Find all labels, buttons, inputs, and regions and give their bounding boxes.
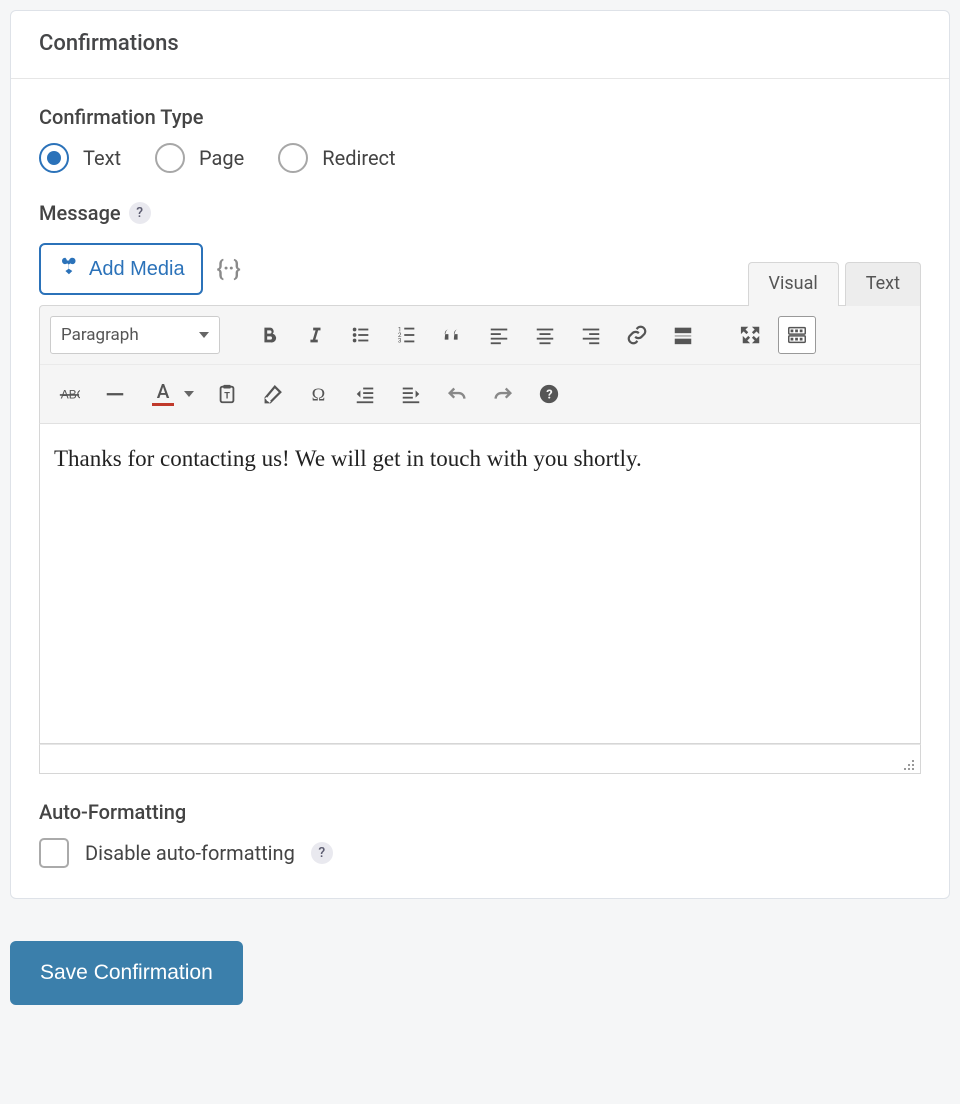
confirmation-type-radios: Text Page Redirect [39,143,921,173]
fullscreen-icon[interactable] [732,316,770,354]
help-icon[interactable]: ? [129,202,151,224]
disable-autofmt-checkbox[interactable] [39,838,69,868]
numbered-list-icon[interactable]: 123 [388,316,426,354]
message-label-row: Message ? [39,201,921,225]
add-media-label: Add Media [89,258,185,281]
svg-text:T: T [224,392,230,402]
help-toolbar-icon[interactable]: ? [530,375,568,413]
auto-formatting-label: Auto-Formatting [39,800,921,824]
italic-icon[interactable] [296,316,334,354]
panel-title: Confirmations [11,11,949,79]
auto-formatting-section: Auto-Formatting Disable auto-formatting … [39,800,921,868]
paste-text-icon[interactable]: T [208,375,246,413]
strikethrough-icon[interactable]: ABC [50,375,88,413]
bullet-list-icon[interactable] [342,316,380,354]
editor-tabs: Visual Text [748,261,921,305]
text-color-icon: A [148,382,178,406]
radio-text[interactable]: Text [39,143,121,173]
special-char-icon[interactable]: Ω [300,375,338,413]
align-center-icon[interactable] [526,316,564,354]
disable-autofmt-label: Disable auto-formatting [85,841,295,865]
radio-icon [39,143,69,173]
align-left-icon[interactable] [480,316,518,354]
link-icon[interactable] [618,316,656,354]
confirmations-panel: Confirmations Confirmation Type Text Pag… [10,10,950,899]
panel-body: Confirmation Type Text Page Redirect Mes… [11,79,949,898]
redo-icon[interactable] [484,375,522,413]
smart-tags-icon[interactable]: {··} [217,257,240,282]
editor-toolbar: Paragraph 123 [39,305,921,424]
chevron-down-icon [199,332,209,338]
confirmation-type-label: Confirmation Type [39,105,921,129]
text-color-picker[interactable]: A [142,375,200,413]
radio-page[interactable]: Page [155,143,244,173]
indent-icon[interactable] [392,375,430,413]
svg-text:?: ? [546,388,552,403]
radio-label: Redirect [322,146,395,170]
svg-text:Ω: Ω [312,384,326,404]
format-value: Paragraph [61,325,139,345]
clear-formatting-icon[interactable] [254,375,292,413]
tab-text[interactable]: Text [845,262,921,306]
svg-text:3: 3 [398,336,402,344]
format-dropdown[interactable]: Paragraph [50,316,220,354]
media-icon [57,255,79,283]
toolbar-toggle-icon[interactable] [778,316,816,354]
blockquote-icon[interactable] [434,316,472,354]
read-more-icon[interactable] [664,316,702,354]
radio-redirect[interactable]: Redirect [278,143,395,173]
message-label: Message [39,201,121,225]
chevron-down-icon [184,391,194,397]
editor-topbar: Add Media {··} Visual Text [39,243,921,305]
save-confirmation-button[interactable]: Save Confirmation [10,941,243,1005]
help-icon[interactable]: ? [311,842,333,864]
resize-handle-icon[interactable] [902,757,916,771]
message-textarea[interactable]: Thanks for contacting us! We will get in… [39,424,921,744]
bold-icon[interactable] [250,316,288,354]
outdent-icon[interactable] [346,375,384,413]
radio-label: Page [199,146,244,170]
align-right-icon[interactable] [572,316,610,354]
add-media-button[interactable]: Add Media [39,243,203,295]
radio-icon [278,143,308,173]
tab-visual[interactable]: Visual [748,262,839,306]
radio-icon [155,143,185,173]
horizontal-rule-icon[interactable] [96,375,134,413]
radio-label: Text [83,146,121,170]
undo-icon[interactable] [438,375,476,413]
editor-statusbar [39,744,921,774]
wysiwyg-editor: Add Media {··} Visual Text Paragraph [39,243,921,774]
